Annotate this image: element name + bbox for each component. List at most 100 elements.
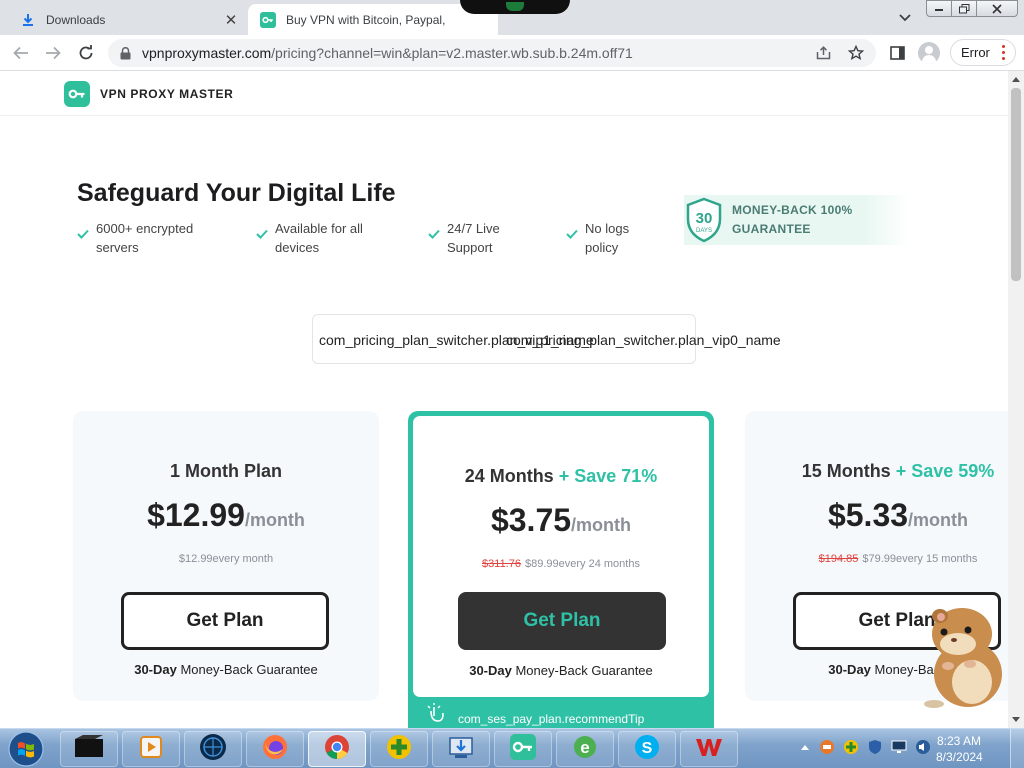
back-arrow-icon[interactable] [10, 42, 32, 64]
feature-text: policy [585, 240, 619, 255]
site-logo[interactable]: VPN PROXY MASTER [64, 81, 233, 107]
error-button[interactable]: Error [950, 39, 1016, 66]
mbg-bold: 30-Day [134, 662, 177, 677]
restore-button[interactable] [951, 0, 977, 17]
shield-30-days-icon: 30 DAYS [684, 197, 724, 243]
feature-item: 6000+ encrypted servers [77, 219, 193, 257]
plan-name-text: 1 Month Plan [170, 461, 282, 481]
taskbar-app-ie[interactable]: e [556, 731, 614, 767]
taskbar-app-globe[interactable] [184, 731, 242, 767]
mbg-text: Money-Back Guarantee [176, 662, 318, 677]
share-icon[interactable] [814, 43, 834, 63]
clock-time: 8:23 AM [936, 734, 982, 748]
taskbar-app-skype[interactable]: S [618, 731, 676, 767]
feature-text: devices [275, 240, 320, 255]
original-price: $311.76 [482, 558, 521, 570]
tab-downloads[interactable]: Downloads ✕ [8, 4, 248, 35]
feature-text: Support [447, 240, 493, 255]
forward-arrow-icon[interactable] [42, 42, 64, 64]
tray-show-hidden-icon[interactable] [796, 738, 814, 756]
tab-vpn-pricing[interactable]: Buy VPN with Bitcoin, Paypal, [248, 4, 498, 35]
browser-toolbar: vpnproxymaster.com/pricing?channel=win&p… [0, 35, 1024, 71]
save-percent: + Save 71% [553, 466, 658, 486]
tab-search-chevron-icon[interactable] [896, 9, 914, 27]
key-logo-icon [64, 81, 90, 107]
tab-title: Buy VPN with Bitcoin, Paypal, [286, 12, 446, 27]
tray-plus-icon[interactable] [842, 738, 860, 756]
taskbar-app-firefox[interactable] [246, 731, 304, 767]
taskbar-app-chrome[interactable] [308, 731, 366, 767]
badge-number: 30 [696, 210, 713, 227]
lock-icon[interactable] [120, 46, 134, 60]
svg-text:e: e [580, 738, 589, 757]
download-manager-icon [447, 733, 475, 766]
globe-app-icon [199, 733, 227, 766]
system-clock[interactable]: 8:23 AM 8/3/2024 [936, 733, 983, 765]
feature-item: Available for all devices [256, 219, 363, 257]
plan-price: $12.99/month [73, 497, 379, 534]
scroll-up-arrow-icon[interactable] [1012, 77, 1020, 82]
tray-shield-icon[interactable] [866, 738, 884, 756]
close-window-button[interactable] [976, 0, 1018, 17]
taskbar-app-vpn[interactable] [494, 731, 552, 767]
taskbar-app-video[interactable] [122, 731, 180, 767]
profile-avatar[interactable] [918, 42, 940, 64]
media-player-icon [73, 734, 105, 765]
price-amount: $12.99 [147, 497, 245, 533]
price-amount: $3.75 [490, 502, 572, 538]
recommend-tip-text: com_ses_pay_plan.recommendTip [458, 712, 645, 726]
check-icon [77, 225, 90, 257]
billing-detail: $12.99every month [178, 553, 274, 565]
price-period: /month [908, 510, 969, 530]
taskbar-app-plus[interactable] [370, 731, 428, 767]
scroll-down-arrow-icon[interactable] [1012, 717, 1020, 722]
plan-name: 24 Months + Save 71% [413, 466, 709, 487]
feature-text: servers [96, 240, 139, 255]
page-scrollbar[interactable] [1008, 71, 1024, 728]
address-bar[interactable]: vpnproxymaster.com/pricing?channel=win&p… [108, 39, 876, 67]
browser-tab-strip: Downloads ✕ Buy VPN with Bitcoin, Paypal… [0, 0, 1024, 35]
feature-item: No logs policy [566, 219, 629, 257]
show-desktop-button[interactable] [1010, 729, 1024, 768]
tray-volume-icon[interactable] [914, 738, 932, 756]
kebab-menu-icon[interactable] [1002, 45, 1006, 61]
tab-close-icon[interactable]: ✕ [222, 11, 240, 29]
billing-detail: $194.85 $79.99every 15 months [745, 553, 1008, 565]
plan-name-text: 15 Months [801, 461, 891, 481]
tray-monitor-icon[interactable] [890, 738, 908, 756]
minimize-button[interactable] [926, 0, 952, 17]
taskbar-app-media-player[interactable] [60, 731, 118, 767]
tab-title: Downloads [46, 12, 106, 27]
url-path: /pricing?channel=win&plan=v2.master.wb.s… [271, 45, 633, 61]
plan-name: 15 Months + Save 59% [745, 461, 1008, 482]
get-plan-button[interactable]: Get Plan [458, 592, 666, 650]
side-panel-icon[interactable] [886, 42, 908, 64]
url-text[interactable]: vpnproxymaster.com/pricing?channel=win&p… [142, 45, 876, 61]
billing-text: $89.99every 24 months [524, 558, 640, 570]
get-plan-button[interactable]: Get Plan [121, 592, 329, 650]
ie-icon: e [571, 733, 599, 766]
reload-icon[interactable] [75, 42, 97, 64]
taskbar-app-wps[interactable] [680, 731, 738, 767]
taskbar-app-download-manager[interactable] [432, 731, 490, 767]
price-period: /month [571, 515, 632, 535]
money-back-note: 30-Day Money-Back Guarantee [73, 662, 379, 677]
firefox-icon [261, 733, 289, 766]
switcher-option-vip0[interactable]: com_pricing_plan_switcher.plan_vip0_name [506, 332, 781, 348]
vpn-app-icon [509, 733, 537, 766]
original-price: $194.85 [818, 553, 859, 565]
mbg-bold: 30-Day [828, 662, 871, 677]
billing-detail: $311.76 $89.99every 24 months [413, 558, 709, 570]
billing-text: $79.99every 15 months [862, 553, 978, 565]
plan-price: $3.75/month [413, 502, 709, 539]
hero-title: Safeguard Your Digital Life [77, 179, 396, 207]
plan-card-24-months: 24 Months + Save 71% $3.75/month $311.76… [408, 411, 714, 728]
check-icon [566, 225, 579, 257]
feature-text: 24/7 Live [447, 221, 500, 236]
tray-app-icon[interactable] [818, 738, 836, 756]
plan-switcher[interactable]: com_pricing_plan_switcher.plan_vip1_name… [312, 314, 781, 364]
scroll-thumb[interactable] [1011, 88, 1021, 281]
svg-text:S: S [642, 740, 653, 757]
start-button[interactable] [4, 730, 48, 768]
bookmark-star-icon[interactable] [846, 43, 866, 63]
